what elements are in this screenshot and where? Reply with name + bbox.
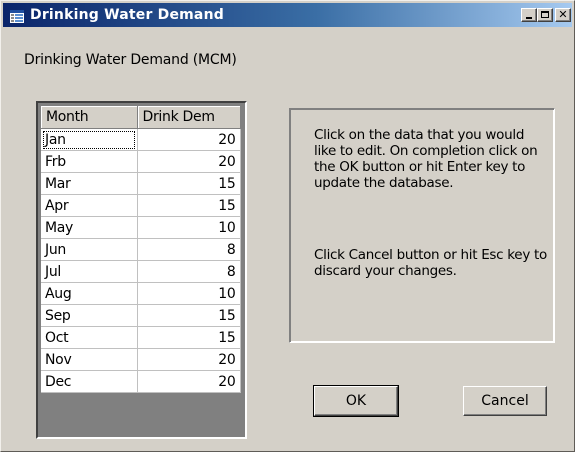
month-cell[interactable]: Sep: [41, 304, 138, 327]
grid-header-row: Month Drink Dem: [41, 106, 241, 129]
demand-cell[interactable]: 20: [137, 348, 241, 371]
demand-cell[interactable]: 15: [137, 194, 241, 217]
month-cell[interactable]: May: [41, 216, 138, 239]
demand-cell[interactable]: 20: [137, 370, 241, 393]
dialog-window: Drinking Water Demand ✕ Drinking Water D…: [0, 0, 575, 452]
cancel-button[interactable]: Cancel: [463, 386, 547, 416]
month-cell[interactable]: Jan: [41, 128, 138, 151]
demand-cell[interactable]: 8: [137, 238, 241, 261]
maximize-button[interactable]: [537, 8, 553, 22]
month-cell[interactable]: Apr: [41, 194, 138, 217]
month-cell[interactable]: Jul: [41, 260, 138, 283]
instructions-panel: Click on the data that you would like to…: [289, 108, 555, 343]
minimize-button[interactable]: [521, 8, 537, 22]
month-cell[interactable]: Mar: [41, 172, 138, 195]
minimize-icon: [526, 17, 532, 19]
table-row: Aug 10: [41, 282, 241, 305]
table-row: Jan 20: [41, 128, 241, 151]
table-row: Jun 8: [41, 238, 241, 261]
demand-cell[interactable]: 15: [137, 326, 241, 349]
grid-caption: Drinking Water Demand (MCM): [24, 52, 237, 68]
demand-cell[interactable]: 15: [137, 172, 241, 195]
demand-cell[interactable]: 15: [137, 304, 241, 327]
table-row: Frb 20: [41, 150, 241, 173]
demand-cell[interactable]: 8: [137, 260, 241, 283]
column-header-month[interactable]: Month: [41, 106, 138, 129]
month-cell[interactable]: Dec: [41, 370, 138, 393]
maximize-icon: [541, 11, 549, 18]
table-row: Nov 20: [41, 348, 241, 371]
month-cell[interactable]: Frb: [41, 150, 138, 173]
table-row: Dec 20: [41, 370, 241, 393]
demand-cell[interactable]: 20: [137, 150, 241, 173]
data-grid-frame: Month Drink Dem Jan 20 Frb 20 Mar 15 Apr…: [36, 101, 247, 439]
window-title: Drinking Water Demand: [30, 7, 224, 23]
month-cell[interactable]: Oct: [41, 326, 138, 349]
month-cell[interactable]: Nov: [41, 348, 138, 371]
title-bar[interactable]: Drinking Water Demand ✕: [3, 3, 572, 27]
table-row: Jul 8: [41, 260, 241, 283]
column-header-drink-dem[interactable]: Drink Dem: [137, 106, 241, 129]
table-row: Apr 15: [41, 194, 241, 217]
instructions-edit-text: Click on the data that you would like to…: [314, 127, 538, 191]
demand-cell[interactable]: 20: [137, 128, 241, 151]
instructions-cancel-text: Click Cancel button or hit Esc key to di…: [314, 247, 547, 279]
table-row: May 10: [41, 216, 241, 239]
month-cell[interactable]: Jun: [41, 238, 138, 261]
table-row: Mar 15: [41, 172, 241, 195]
table-row: Oct 15: [41, 326, 241, 349]
demand-cell[interactable]: 10: [137, 216, 241, 239]
close-button[interactable]: ✕: [555, 8, 571, 22]
month-cell[interactable]: Aug: [41, 282, 138, 305]
data-grid: Month Drink Dem Jan 20 Frb 20 Mar 15 Apr…: [41, 106, 241, 393]
close-icon: ✕: [558, 8, 568, 21]
app-table-icon: [10, 8, 24, 23]
ok-button[interactable]: OK: [313, 385, 399, 417]
demand-cell[interactable]: 10: [137, 282, 241, 305]
table-row: Sep 15: [41, 304, 241, 327]
